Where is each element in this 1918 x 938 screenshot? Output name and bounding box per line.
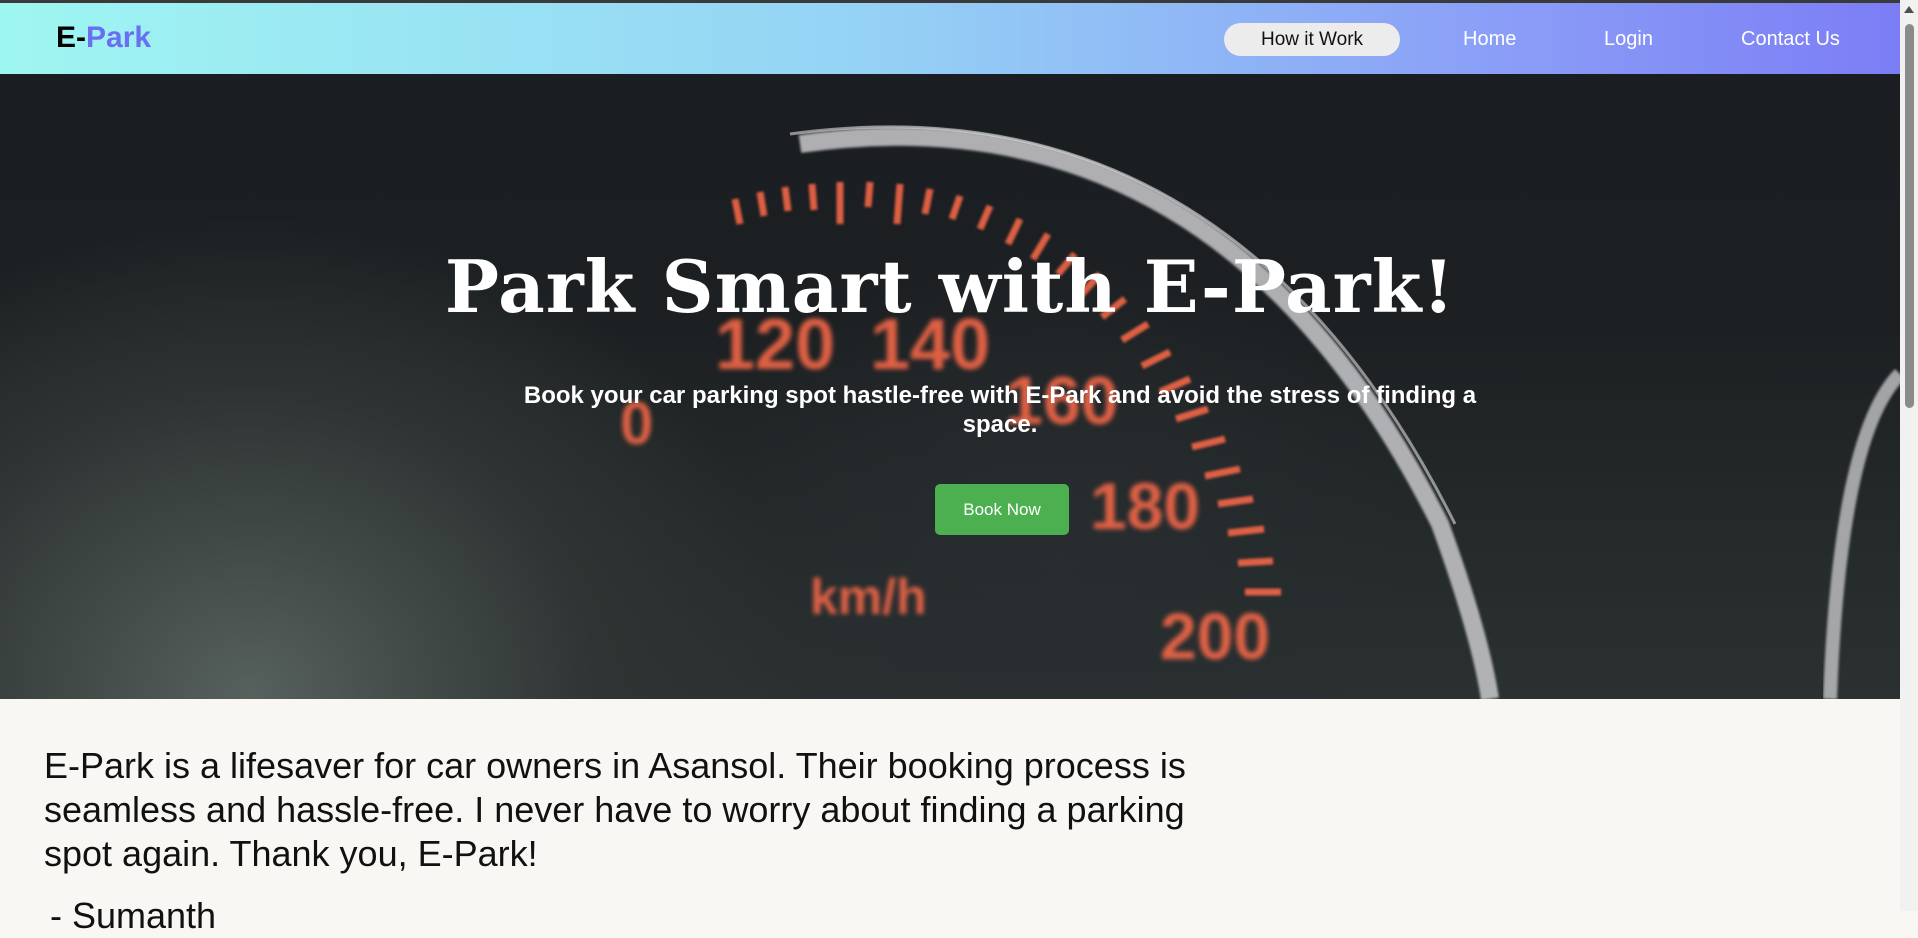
nav-contact-us[interactable]: Contact Us	[1741, 28, 1840, 51]
hero-subtitle: Book your car parking spot hastle-free w…	[523, 382, 1477, 438]
nav-home[interactable]: Home	[1463, 28, 1516, 51]
testimonial-quote: E-Park is a lifesaver for car owners in …	[44, 745, 1186, 874]
brand-logo-second: Park	[86, 21, 152, 54]
scrollbar-thumb[interactable]	[1905, 24, 1914, 408]
nav-how-it-works[interactable]: How it Work	[1224, 23, 1400, 56]
testimonial-author: - Sumanth	[50, 895, 217, 936]
nav-login[interactable]: Login	[1604, 28, 1653, 51]
scroll-up-arrow-icon[interactable]	[1904, 6, 1914, 13]
page-scrollbar[interactable]	[1900, 0, 1918, 911]
svg-text:km/h: km/h	[810, 569, 927, 625]
navbar: E-Park How it Work Home Login Contact Us	[0, 3, 1900, 74]
brand-logo[interactable]: E-Park	[56, 21, 151, 55]
brand-logo-first: E-	[56, 21, 86, 54]
hero-title: Park Smart with E-Park!	[444, 244, 1456, 329]
svg-text:200: 200	[1160, 599, 1270, 673]
book-now-button[interactable]: Book Now	[935, 484, 1069, 535]
hero-section: 0 120 140 160 180 200 km/h Park Smart wi…	[0, 74, 1900, 699]
svg-text:180: 180	[1090, 469, 1200, 543]
